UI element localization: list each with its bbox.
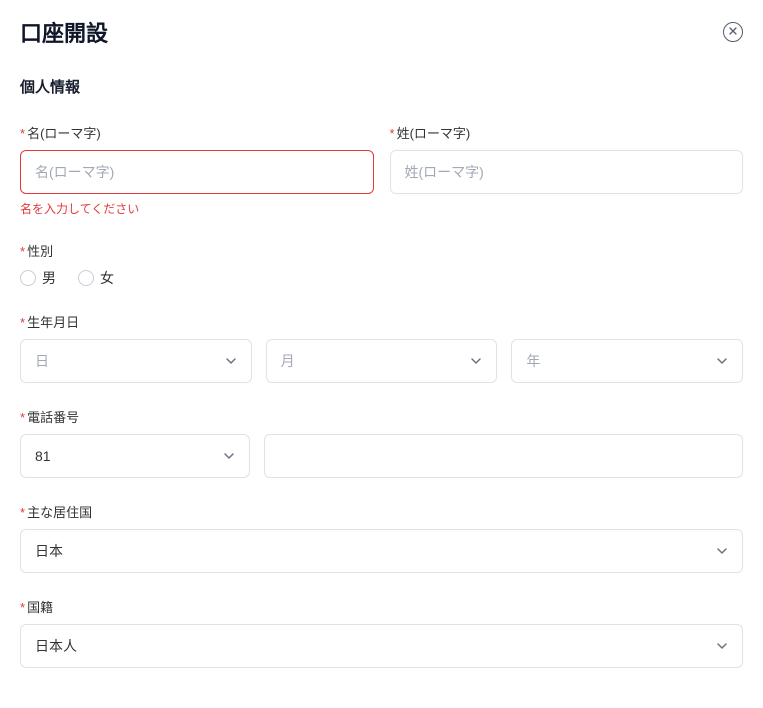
section-title: 個人情報 <box>20 76 743 97</box>
dob-day-value: 日 <box>35 351 49 371</box>
radio-icon <box>78 270 94 286</box>
chevron-down-icon <box>716 640 728 652</box>
residence-select[interactable]: 日本 <box>20 529 743 573</box>
gender-label: *性別 <box>20 241 743 260</box>
dob-day-select[interactable]: 日 <box>20 339 252 383</box>
header: 口座開設 <box>20 16 743 48</box>
chevron-down-icon <box>716 355 728 367</box>
required-mark: * <box>20 315 25 330</box>
phone-code-select[interactable]: 81 <box>20 434 250 478</box>
first-name-label: *名(ローマ字) <box>20 123 374 142</box>
dob-label: *生年月日 <box>20 312 743 331</box>
nationality-value: 日本人 <box>35 636 77 656</box>
gender-radio-male[interactable]: 男 <box>20 268 56 288</box>
last-name-input[interactable] <box>390 150 744 194</box>
chevron-down-icon <box>223 450 235 462</box>
residence-value: 日本 <box>35 541 63 561</box>
phone-number-input[interactable] <box>264 434 743 478</box>
gender-male-label: 男 <box>42 268 56 288</box>
required-mark: * <box>20 410 25 425</box>
phone-code-value: 81 <box>35 448 51 464</box>
phone-label: *電話番号 <box>20 407 743 426</box>
page-title: 口座開設 <box>20 16 108 48</box>
dob-year-select[interactable]: 年 <box>511 339 743 383</box>
dob-month-select[interactable]: 月 <box>266 339 498 383</box>
required-mark: * <box>390 126 395 141</box>
gender-female-label: 女 <box>100 268 114 288</box>
last-name-label: *姓(ローマ字) <box>390 123 744 142</box>
required-mark: * <box>20 126 25 141</box>
first-name-error: 名を入力してください <box>20 200 374 217</box>
nationality-label: *国籍 <box>20 597 743 616</box>
chevron-down-icon <box>225 355 237 367</box>
gender-radio-female[interactable]: 女 <box>78 268 114 288</box>
residence-label: *主な居住国 <box>20 502 743 521</box>
chevron-down-icon <box>716 545 728 557</box>
first-name-input[interactable] <box>20 150 374 194</box>
dob-year-value: 年 <box>526 351 540 371</box>
dob-month-value: 月 <box>281 351 295 371</box>
nationality-select[interactable]: 日本人 <box>20 624 743 668</box>
radio-icon <box>20 270 36 286</box>
chevron-down-icon <box>470 355 482 367</box>
required-mark: * <box>20 244 25 259</box>
close-icon <box>729 27 737 38</box>
required-mark: * <box>20 600 25 615</box>
close-button[interactable] <box>723 22 743 42</box>
required-mark: * <box>20 505 25 520</box>
